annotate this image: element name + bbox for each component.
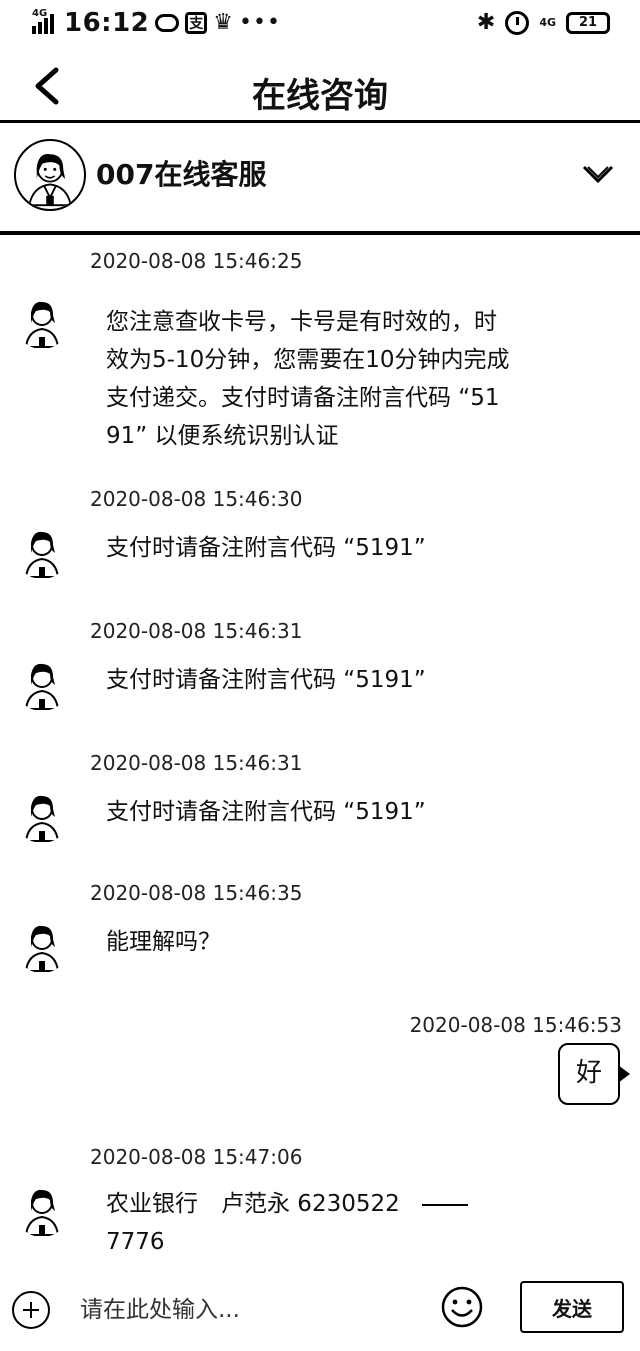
redaction-mark	[421, 1203, 468, 1206]
message-timestamp: 2020-08-08 15:46:31	[90, 619, 303, 643]
nav-bar: 在线咨询	[0, 52, 640, 120]
message-line: 农业银行 卢范永 6230522	[106, 1185, 546, 1223]
message-text: 好	[575, 1058, 602, 1088]
message-item: 2020-08-08 15:46:25 您注意查收卡号，卡号是有时效的，时 效为…	[0, 249, 640, 449]
agent-header: 007在线客服	[0, 123, 640, 231]
message-text: 支付时请备注附言代码 “5191”	[106, 793, 546, 831]
message-timestamp: 2020-08-08 15:46:30	[90, 487, 303, 511]
message-item: 2020-08-08 15:46:31 支付时请备注附言代码 “5191”	[0, 619, 640, 719]
agent-message-avatar	[14, 917, 70, 973]
message-text: 您注意查收卡号，卡号是有时效的，时 效为5-10分钟，您需要在10分钟内完成 支…	[106, 303, 546, 455]
smiley-icon	[441, 1286, 483, 1328]
agent-message-avatar	[14, 523, 70, 579]
message-timestamp: 2020-08-08 15:46:53	[409, 1013, 622, 1037]
message-line: 支付时请备注附言代码 “5191”	[106, 535, 426, 561]
more-dots-icon: •••	[239, 10, 281, 35]
message-item: 2020-08-08 15:47:06 农业银行 卢范永 6230522 777…	[0, 1145, 640, 1265]
message-line-text: 农业银行 卢范永 6230522	[106, 1191, 400, 1217]
message-item: 2020-08-08 15:46:53 好	[0, 1013, 640, 1113]
message-text: 农业银行 卢范永 6230522 7776	[106, 1185, 546, 1261]
message-item: 2020-08-08 15:46:31 支付时请备注附言代码 “5191”	[0, 751, 640, 851]
message-line: 能理解吗？	[106, 929, 221, 955]
user-message-bubble: 好	[558, 1043, 630, 1105]
status-time: 16:12	[64, 8, 150, 38]
page-title: 在线咨询	[252, 76, 388, 116]
send-button[interactable]: 发送	[520, 1281, 624, 1333]
cloud-icon	[155, 14, 180, 32]
agent-message-avatar	[14, 1181, 70, 1237]
payment-app-icon: 支	[185, 12, 208, 34]
status-right: ✱ 4G 21	[477, 10, 610, 35]
message-line: 91” 以便系统识别认证	[106, 423, 339, 449]
message-text: 能理解吗？	[106, 923, 546, 961]
message-line: 支付时请备注附言代码 “5191”	[106, 799, 426, 825]
message-timestamp: 2020-08-08 15:46:25	[90, 249, 303, 273]
battery-icon: 21	[566, 11, 610, 34]
message-line: 7776	[106, 1229, 165, 1255]
message-line: 您注意查收卡号，卡号是有时效的，时	[106, 309, 497, 335]
emoji-button[interactable]	[440, 1285, 484, 1329]
alarm-icon	[505, 10, 530, 35]
chevron-down-icon	[582, 165, 614, 184]
network-type-right: 4G	[539, 16, 556, 29]
collapse-button[interactable]	[580, 155, 616, 191]
message-line: 支付递交。支付时请备注附言代码 “51	[106, 385, 500, 411]
message-input[interactable]	[78, 1289, 422, 1331]
message-line: 效为5-10分钟，您需要在10分钟内完成	[106, 347, 510, 373]
add-attachment-button[interactable]	[12, 1291, 50, 1329]
message-timestamp: 2020-08-08 15:47:06	[90, 1145, 303, 1169]
bluetooth-icon: ✱	[476, 10, 496, 35]
crown-icon: ♛	[213, 10, 233, 35]
signal-icon: 4G	[32, 8, 58, 36]
agent-message-avatar	[14, 293, 70, 349]
agent-message-avatar	[14, 655, 70, 711]
message-timestamp: 2020-08-08 15:46:31	[90, 751, 303, 775]
chat-area[interactable]: 2020-08-08 15:46:25 您注意查收卡号，卡号是有时效的，时 效为…	[0, 235, 640, 1269]
message-item: 2020-08-08 15:46:35 能理解吗？	[0, 881, 640, 981]
message-text: 支付时请备注附言代码 “5191”	[106, 661, 546, 699]
status-bar: 4G 16:12 支 ♛ ••• ✱ 4G 21	[0, 0, 640, 52]
status-left: 4G 16:12 支 ♛ •••	[32, 8, 281, 38]
message-item: 2020-08-08 15:46:30 支付时请备注附言代码 “5191”	[0, 487, 640, 587]
message-timestamp: 2020-08-08 15:46:35	[90, 881, 303, 905]
message-line: 支付时请备注附言代码 “5191”	[106, 667, 426, 693]
agent-message-avatar	[14, 787, 70, 843]
input-bar: 发送	[0, 1269, 640, 1351]
message-text: 支付时请备注附言代码 “5191”	[106, 529, 546, 567]
agent-name: 007在线客服	[96, 158, 267, 191]
agent-avatar	[14, 139, 86, 211]
